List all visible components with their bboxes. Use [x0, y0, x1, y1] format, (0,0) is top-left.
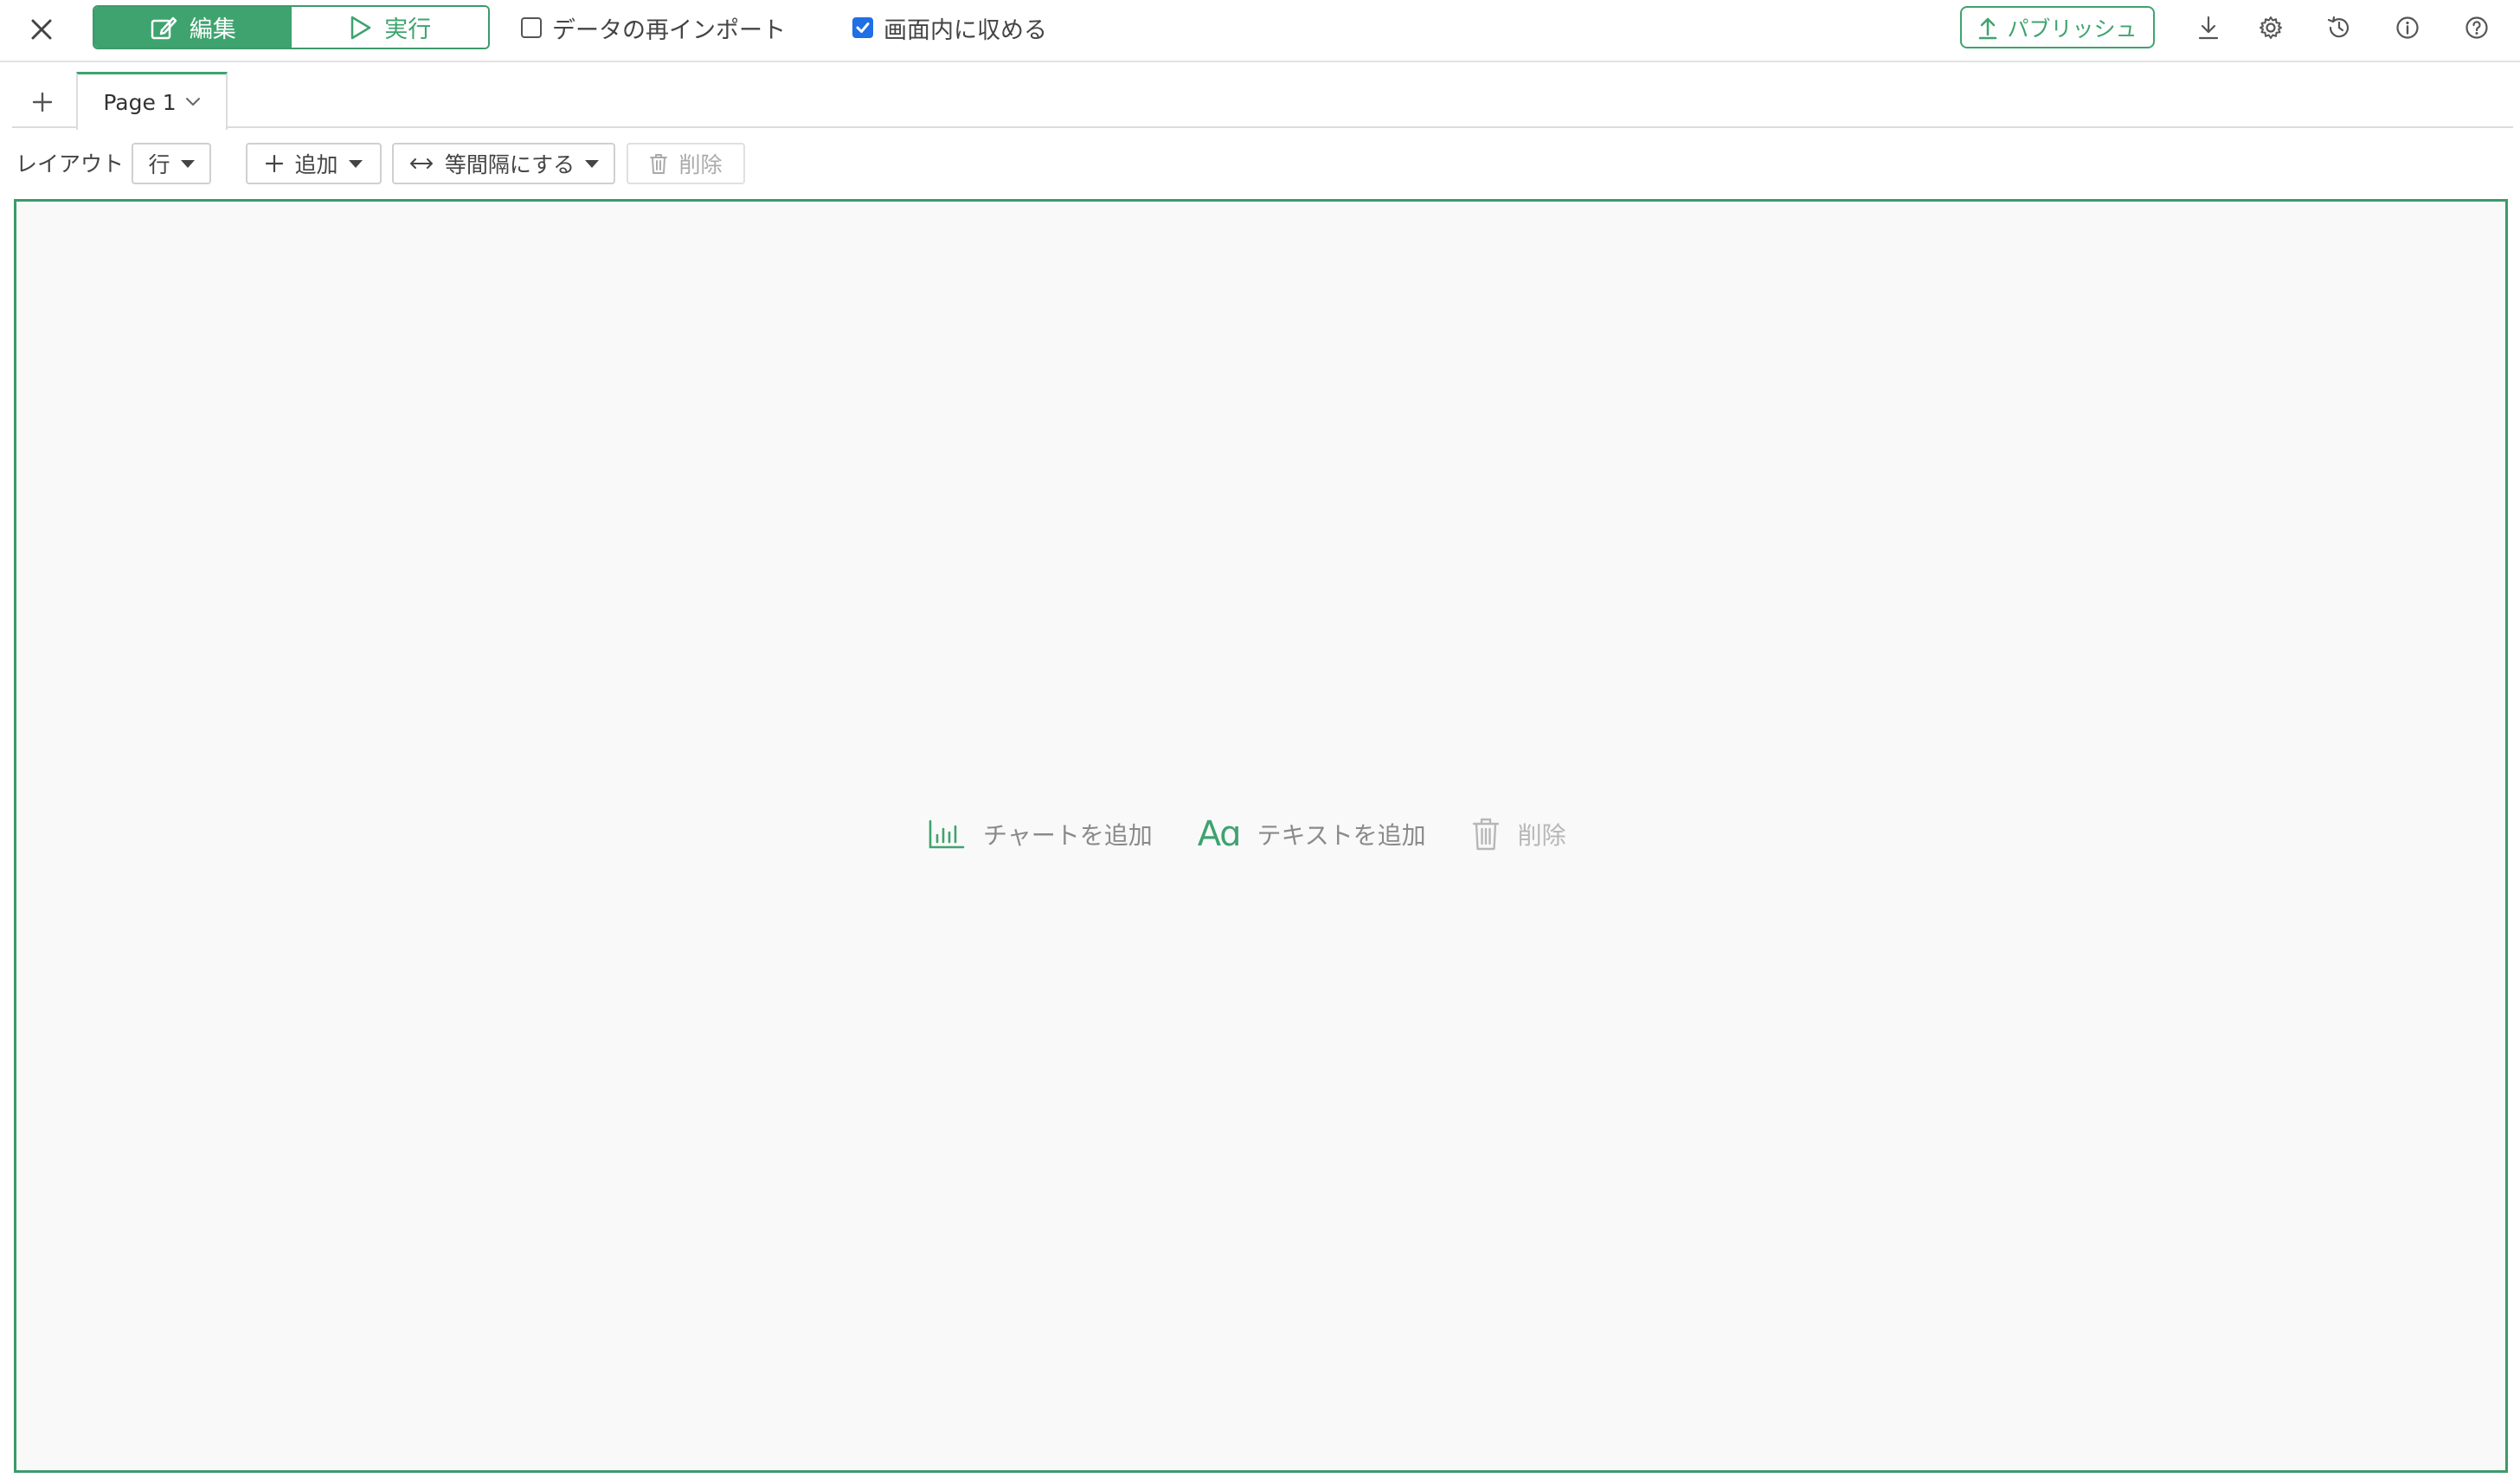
canvas-actions: チャートを追加 Aɑ テキストを追加 削除	[928, 813, 1611, 855]
add-text-label: テキストを追加	[1257, 821, 1426, 850]
reimport-data-checkbox[interactable]: データの再インポート	[521, 12, 786, 44]
history-icon	[2327, 16, 2350, 38]
caret-down-icon	[180, 159, 195, 168]
close-icon	[31, 19, 52, 40]
reimport-label: データの再インポート	[552, 16, 786, 44]
fit-to-screen-checkbox[interactable]: 画面内に収める	[852, 12, 1047, 44]
caret-down-icon	[585, 159, 600, 168]
toolbar-delete-label: 削除	[678, 152, 723, 177]
add-label: 追加	[294, 152, 338, 177]
page-tabs-bar: Page 1	[12, 72, 2513, 130]
toolbar-delete-button[interactable]: 削除	[627, 143, 745, 184]
info-icon	[2396, 16, 2419, 39]
fit-checkbox-box[interactable]	[852, 17, 873, 38]
gear-icon	[2260, 16, 2282, 39]
horizontal-arrows-icon	[409, 158, 433, 169]
plus-icon	[32, 92, 53, 112]
help-button[interactable]	[2459, 10, 2494, 45]
edit-mode-label: 編集	[189, 16, 236, 43]
top-toolbar: 編集 実行 データの再インポート 画面内に収める パブリッシュ	[0, 0, 2520, 62]
edit-icon	[151, 16, 177, 39]
text-icon: Aɑ	[1197, 814, 1242, 854]
publish-label: パブリッシュ	[2007, 16, 2138, 42]
edit-mode-button[interactable]: 編集	[94, 7, 292, 48]
add-dropdown-button[interactable]: 追加	[246, 143, 382, 184]
tab-label: Page 1	[103, 89, 177, 115]
help-icon	[2465, 16, 2488, 39]
bar-chart-icon	[929, 819, 965, 849]
caret-down-icon	[348, 159, 363, 168]
add-page-button[interactable]	[21, 80, 64, 124]
layout-label: レイアウト	[16, 151, 125, 177]
layout-select[interactable]: 行	[132, 143, 211, 184]
add-text-button[interactable]: Aɑ テキストを追加	[1198, 814, 1426, 854]
publish-button[interactable]: パブリッシュ	[1960, 6, 2155, 48]
run-mode-button[interactable]: 実行	[291, 7, 488, 48]
trash-icon	[1472, 818, 1499, 851]
add-chart-button[interactable]: チャートを追加	[928, 817, 1153, 851]
chevron-down-icon[interactable]	[185, 97, 201, 107]
settings-button[interactable]	[2253, 10, 2288, 45]
run-mode-label: 実行	[384, 16, 432, 43]
play-icon	[351, 16, 371, 39]
upload-icon	[1979, 17, 1997, 39]
mode-toggle: 編集 実行	[93, 5, 490, 49]
canvas-delete-label: 削除	[1517, 821, 1566, 850]
trash-icon	[650, 154, 668, 174]
tab-page-1[interactable]: Page 1	[76, 72, 228, 130]
canvas-delete-button[interactable]: 削除	[1471, 817, 1566, 851]
app-root: 編集 実行 データの再インポート 画面内に収める パブリッシュ Page 1 レ…	[0, 0, 2520, 1478]
plus-icon	[266, 154, 284, 173]
close-button[interactable]	[24, 12, 59, 47]
download-icon	[2198, 16, 2219, 40]
info-button[interactable]	[2390, 10, 2425, 45]
check-icon	[856, 22, 870, 33]
layout-select-value: 行	[148, 152, 170, 177]
history-button[interactable]	[2322, 10, 2356, 45]
download-button[interactable]	[2191, 10, 2226, 45]
add-chart-label: チャートを追加	[983, 821, 1153, 850]
reimport-checkbox-box[interactable]	[521, 17, 542, 38]
equal-spacing-label: 等間隔にする	[444, 152, 575, 177]
equal-spacing-button[interactable]: 等間隔にする	[392, 143, 615, 184]
fit-label: 画面内に収める	[884, 16, 1047, 44]
